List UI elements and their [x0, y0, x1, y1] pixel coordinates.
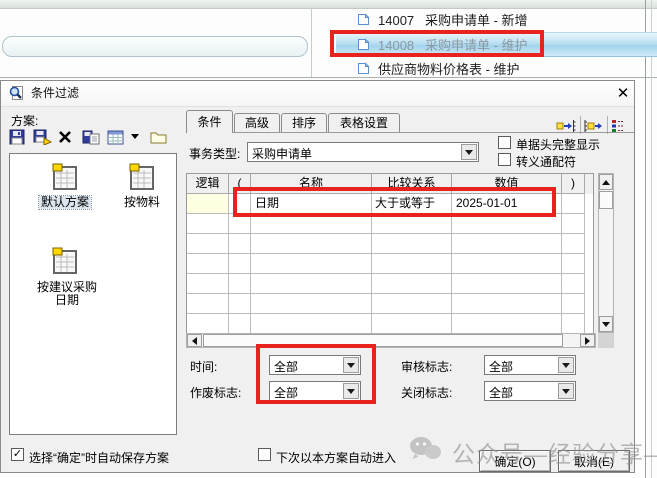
table-row-empty[interactable]	[187, 274, 593, 294]
document-icon	[357, 13, 370, 26]
table-row-empty[interactable]	[187, 214, 593, 234]
escape-wildcard-checkbox-label: 转义通配符	[516, 153, 576, 170]
cell-value[interactable]: 2025-01-01	[452, 194, 562, 214]
cell-lparen[interactable]	[229, 194, 251, 214]
condition-row-date[interactable]: 日期 大于或等于 2025-01-01	[187, 194, 593, 214]
chevron-down-icon[interactable]	[461, 144, 477, 160]
table-row-empty[interactable]	[187, 234, 593, 254]
col-rparen: )	[562, 174, 585, 194]
scheme-list: 默认方案 按物料 按建议采购日期	[9, 153, 177, 435]
menu-item-14007[interactable]: 14007 采购申请单 - 新增	[336, 7, 657, 31]
divider	[186, 132, 634, 133]
save-icon[interactable]	[9, 128, 31, 146]
table-horizontal-scrollbar[interactable]	[186, 333, 596, 348]
cell-rparen[interactable]	[562, 194, 585, 214]
ok-button[interactable]: 确定(O)	[479, 450, 551, 472]
chevron-down-icon[interactable]	[343, 383, 359, 399]
scheme-label: 方案:	[11, 112, 38, 129]
col-relation: 比较关系	[372, 174, 452, 194]
close-icon[interactable]: ✕	[613, 84, 633, 104]
scheme-toolbar	[1, 128, 181, 146]
col-name: 名称	[251, 174, 372, 194]
full-header-checkbox[interactable]	[498, 136, 511, 149]
scroll-up-icon[interactable]	[599, 174, 613, 190]
delete-icon[interactable]	[58, 128, 80, 146]
dialog-titlebar	[1, 81, 634, 107]
audit-flag-label: 审核标志:	[401, 358, 452, 375]
background-address-input[interactable]	[2, 36, 308, 57]
dialog-title: 条件过滤	[31, 81, 79, 106]
menu-item-label: 14007 采购申请单 - 新增	[378, 10, 528, 29]
void-flag-select[interactable]: 全部	[269, 381, 361, 401]
cell-name[interactable]: 日期	[251, 194, 372, 214]
folder-icon[interactable]	[150, 128, 172, 146]
scheme-sheet-icon[interactable]	[127, 162, 157, 197]
scheme-item-by-suggested-date[interactable]: 按建议采购日期	[34, 281, 100, 307]
scrollbar-corner	[598, 333, 614, 348]
col-filler	[585, 174, 593, 194]
chevron-down-icon[interactable]	[558, 357, 574, 373]
table-row-empty[interactable]	[187, 254, 593, 274]
scroll-right-icon[interactable]	[580, 334, 595, 347]
col-logic: 逻辑	[187, 174, 229, 194]
full-header-checkbox-label: 单据头完整显示	[516, 136, 600, 153]
menu-item-label: 14008 采购申请单 - 维护	[378, 35, 528, 54]
tab-sort[interactable]: 排序	[281, 113, 327, 132]
transaction-type-label: 事务类型:	[189, 145, 240, 162]
table-header-row: 逻辑 ( 名称 比较关系 数值 )	[187, 174, 593, 194]
col-value: 数值	[452, 174, 562, 194]
autoenter-checkbox[interactable]	[258, 448, 271, 461]
menu-item-14008[interactable]: 14008 采购申请单 - 维护	[336, 32, 657, 57]
grid-view-icon[interactable]	[107, 128, 129, 146]
tab-table-settings[interactable]: 表格设置	[328, 113, 400, 132]
save-as-icon[interactable]	[33, 128, 55, 146]
tab-condition[interactable]: 条件	[186, 110, 233, 133]
col-lparen: (	[229, 174, 251, 194]
menu-item-label: 供应商物料价格表 - 维护	[378, 59, 520, 78]
scroll-left-icon[interactable]	[187, 334, 202, 347]
scroll-down-icon[interactable]	[599, 316, 613, 332]
close-flag-label: 关闭标志:	[401, 384, 452, 401]
tab-advanced[interactable]: 高级	[234, 113, 280, 132]
chevron-down-icon[interactable]	[343, 357, 359, 373]
time-filter-label: 时间:	[190, 358, 217, 375]
cell-relation[interactable]: 大于或等于	[372, 194, 452, 214]
table-row-empty[interactable]	[187, 294, 593, 314]
screen: 14007 采购申请单 - 新增 14008 采购申请单 - 维护 供应商物料价…	[0, 0, 657, 478]
time-filter-select[interactable]: 全部	[269, 355, 361, 375]
audit-flag-select[interactable]: 全部	[484, 355, 576, 375]
document-icon	[357, 38, 370, 51]
document-icon	[357, 62, 370, 75]
autosave-checkbox-label: 选择“确定”时自动保存方案	[29, 449, 169, 466]
divider	[311, 9, 312, 78]
table-row-empty[interactable]	[187, 314, 593, 334]
import-scheme-icon[interactable]	[82, 128, 104, 146]
void-flag-label: 作废标志:	[190, 384, 241, 401]
filter-magnifier-icon	[8, 85, 24, 106]
close-flag-select[interactable]: 全部	[484, 381, 576, 401]
chevron-down-icon[interactable]	[558, 383, 574, 399]
escape-wildcard-checkbox[interactable]	[498, 153, 511, 166]
scroll-thumb[interactable]	[599, 191, 613, 209]
autosave-checkbox[interactable]: ✓	[11, 448, 24, 461]
transaction-type-value: 采购申请单	[252, 145, 312, 162]
condition-filter-dialog: 条件过滤 ✕ 方案:	[0, 80, 635, 473]
cell-logic[interactable]	[187, 194, 229, 214]
scheme-sheet-icon[interactable]	[50, 162, 80, 197]
autoenter-checkbox-label: 下次以本方案自动进入	[276, 449, 396, 466]
table-vertical-scrollbar[interactable]	[598, 173, 614, 333]
scheme-item-default[interactable]: 默认方案	[23, 196, 107, 209]
scroll-thumb[interactable]	[203, 334, 563, 347]
scheme-item-by-material[interactable]: 按物料	[100, 196, 184, 209]
chevron-down-icon[interactable]	[131, 128, 143, 146]
menu-item-supplier-price[interactable]: 供应商物料价格表 - 维护	[336, 56, 657, 80]
transaction-type-select[interactable]: 采购申请单	[247, 142, 479, 162]
scheme-sheet-icon[interactable]	[50, 246, 80, 281]
condition-table: 逻辑 ( 名称 比较关系 数值 ) 日期 大于或等于 2025-01-01	[186, 173, 594, 334]
cancel-button[interactable]: 取消(E)	[558, 450, 630, 472]
